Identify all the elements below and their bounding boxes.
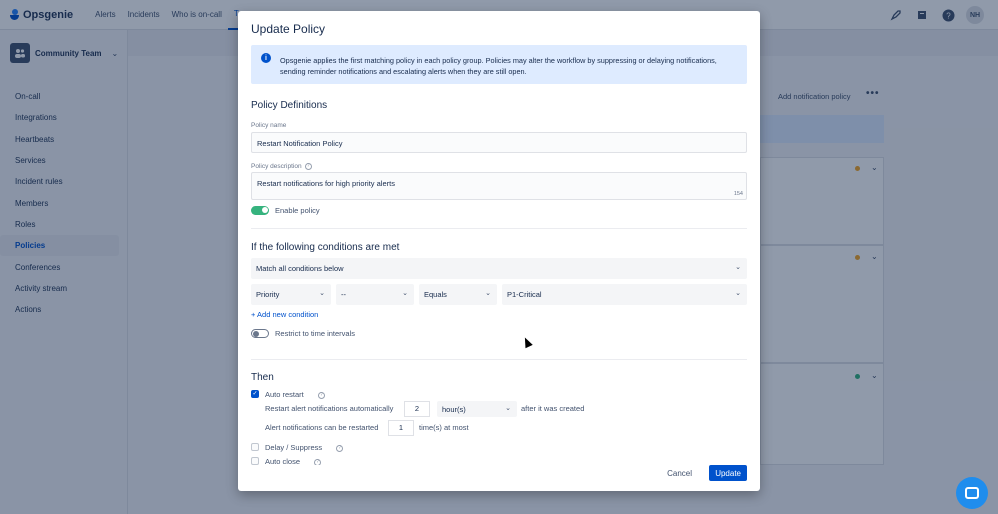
condition-not-select[interactable]: -- ⌄	[336, 284, 414, 305]
delay-suppress-label-text: Delay / Suppress	[265, 443, 323, 452]
auto-close-label: Auto close?	[265, 457, 322, 465]
chat-bubble-icon	[965, 487, 979, 499]
update-policy-dialog: Update Policy i Opsgenie applies the fir…	[238, 11, 760, 491]
help-icon[interactable]: ?	[304, 163, 312, 170]
restart-amount-input[interactable]: 2	[404, 401, 430, 417]
conditions-heading: If the following conditions are met	[251, 242, 400, 253]
dialog-title: Update Policy	[251, 22, 326, 36]
auto-restart-label: Auto restart?	[265, 390, 325, 399]
section-divider	[251, 228, 747, 229]
enable-policy-label: Enable policy	[275, 206, 320, 215]
condition-field-select[interactable]: Priority ⌄	[251, 284, 331, 305]
restart-count-prefix-text: Alert notifications can be restarted	[265, 423, 379, 432]
restart-count-input[interactable]: 1	[388, 420, 414, 436]
policy-description-textarea[interactable]: Restart notifications for high priority …	[251, 172, 747, 200]
auto-restart-label-text: Auto restart	[265, 390, 304, 399]
restrict-time-intervals-toggle[interactable]	[251, 329, 269, 338]
chevron-down-icon: ⌄	[402, 290, 408, 297]
help-icon[interactable]: ?	[317, 391, 325, 399]
add-new-condition-link[interactable]: + Add new condition	[251, 310, 318, 319]
policy-description-value: Restart notifications for high priority …	[257, 179, 395, 188]
condition-value-select[interactable]: P1-Critical ⌄	[502, 284, 747, 305]
restart-prefix-text: Restart alert notifications automaticall…	[265, 404, 394, 413]
chat-support-button[interactable]	[956, 477, 988, 509]
condition-not-value: --	[341, 290, 346, 299]
info-text: Opsgenie applies the first matching poli…	[280, 56, 717, 76]
auto-restart-checkbox[interactable]: ✓	[251, 390, 259, 398]
condition-field-value: Priority	[256, 290, 280, 299]
then-heading: Then	[251, 372, 274, 383]
restart-suffix-text: after it was created	[521, 404, 585, 413]
info-icon: i	[261, 53, 271, 63]
delay-suppress-checkbox[interactable]	[251, 443, 259, 451]
chevron-down-icon: ⌄	[735, 290, 741, 297]
dialog-body[interactable]: i Opsgenie applies the first matching po…	[251, 45, 747, 453]
condition-operator-select[interactable]: Equals ⌄	[419, 284, 497, 305]
match-conditions-value: Match all conditions below	[256, 264, 344, 273]
section-divider	[251, 359, 747, 360]
dialog-footer: Cancel Update	[238, 465, 760, 481]
policy-description-label-text: Policy description	[251, 163, 302, 171]
policy-description-label: Policy description?	[251, 163, 312, 170]
policy-name-label: Policy name	[251, 122, 287, 129]
restart-unit-select[interactable]: hour(s) ⌄	[437, 401, 517, 417]
toggle-knob	[262, 207, 268, 213]
restart-count-suffix-text: time(s) at most	[419, 423, 469, 432]
restart-unit-value: hour(s)	[442, 405, 466, 414]
policy-name-input[interactable]: Restart Notification Policy	[251, 132, 747, 153]
restrict-time-intervals-label: Restrict to time intervals	[275, 329, 356, 338]
chevron-down-icon: ⌄	[735, 264, 741, 271]
enable-policy-toggle[interactable]	[251, 206, 269, 215]
help-icon[interactable]: ?	[336, 444, 344, 452]
toggle-knob	[252, 330, 259, 337]
chevron-down-icon: ⌄	[319, 290, 325, 297]
delay-suppress-label: Delay / Suppress?	[265, 443, 344, 452]
chevron-down-icon: ⌄	[485, 290, 491, 297]
match-conditions-select[interactable]: Match all conditions below ⌄	[251, 258, 747, 279]
auto-close-label-text: Auto close	[265, 457, 301, 465]
chevron-down-icon: ⌄	[505, 405, 511, 412]
update-button[interactable]: Update	[709, 465, 747, 481]
character-counter: 154	[733, 191, 743, 197]
auto-close-checkbox[interactable]	[251, 457, 259, 465]
cancel-button[interactable]: Cancel	[661, 465, 698, 481]
condition-value-value: P1-Critical	[507, 290, 542, 299]
policy-definitions-heading: Policy Definitions	[251, 100, 328, 111]
info-banner: i Opsgenie applies the first matching po…	[251, 45, 747, 84]
condition-operator-value: Equals	[424, 290, 447, 299]
auto-close-row: Auto close?	[251, 457, 747, 465]
